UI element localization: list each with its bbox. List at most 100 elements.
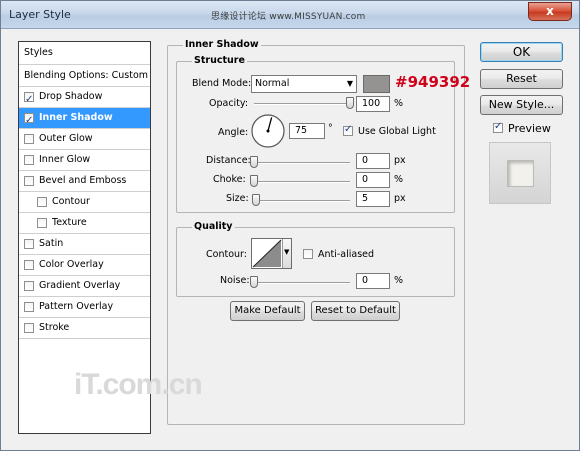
size-unit: px [394, 193, 406, 204]
anti-aliased-label: Anti-aliased [318, 249, 375, 260]
style-item-color-overlay[interactable]: Color Overlay [19, 255, 150, 276]
distance-label: Distance: [206, 155, 251, 166]
contour-label: Contour: [206, 249, 247, 260]
use-global-light-label: Use Global Light [358, 126, 436, 137]
style-preview [489, 142, 551, 204]
style-item-checkbox[interactable] [24, 134, 34, 144]
distance-value: 0 [362, 155, 369, 166]
contour-dropdown-button[interactable]: ▼ [282, 239, 291, 268]
contour-picker[interactable]: ▼ [251, 238, 292, 269]
style-item-checkbox[interactable] [24, 239, 34, 249]
style-item-checkbox[interactable]: ✓ [24, 113, 34, 126]
angle-value: 75 [295, 125, 308, 136]
style-item-checkbox[interactable] [24, 323, 34, 333]
chevron-down-icon: ▼ [284, 248, 290, 256]
style-item-inner-glow[interactable]: Inner Glow [19, 150, 150, 171]
style-item-checkbox[interactable] [24, 281, 34, 291]
shadow-color-swatch[interactable] [363, 75, 390, 93]
noise-label: Noise: [220, 275, 250, 286]
style-item-checkbox[interactable]: ✓ [24, 92, 34, 105]
make-default-button[interactable]: Make Default [230, 301, 305, 321]
chevron-down-icon: ▼ [346, 79, 353, 88]
color-annotation: #949392 [395, 73, 471, 91]
style-item-checkbox[interactable] [24, 176, 34, 186]
style-item-label: Inner Shadow [39, 112, 113, 123]
quality-group [176, 227, 455, 297]
make-default-label: Make Default [234, 305, 301, 316]
style-preview-swatch [507, 160, 534, 187]
preview-checkbox[interactable]: ✓ [493, 121, 503, 133]
style-item-label: Contour [52, 196, 90, 207]
angle-unit: ° [328, 123, 333, 134]
choke-slider-track[interactable] [254, 181, 350, 183]
reset-button[interactable]: Reset [480, 69, 563, 89]
use-global-light-checkbox[interactable]: ✓ [343, 124, 353, 136]
style-item-texture[interactable]: Texture [19, 213, 150, 234]
new-style-label: New Style... [488, 98, 555, 111]
styles-header-label: Styles [24, 47, 53, 58]
style-item-checkbox[interactable] [24, 155, 34, 165]
style-item-label: Bevel and Emboss [39, 175, 127, 186]
size-slider-track[interactable] [254, 200, 350, 202]
contour-curve-icon [252, 239, 282, 268]
watermark-bottom: iT.com.cn [74, 368, 203, 401]
distance-input[interactable]: 0 [356, 153, 390, 169]
style-item-drop-shadow[interactable]: ✓ Drop Shadow [19, 87, 150, 108]
style-item-contour[interactable]: Contour [19, 192, 150, 213]
title-bar[interactable]: Layer Style 思缘设计论坛 www.MISSYUAN.com x [1, 1, 579, 29]
opacity-slider-thumb[interactable] [346, 97, 354, 109]
blending-options-item[interactable]: Blending Options: Custom [19, 66, 150, 87]
new-style-button[interactable]: New Style... [480, 95, 563, 115]
checkmark-icon: ✓ [25, 94, 34, 105]
noise-input[interactable]: 0 [356, 273, 390, 289]
style-item-gradient-overlay[interactable]: Gradient Overlay [19, 276, 150, 297]
opacity-value: 100 [362, 98, 381, 109]
preview-label: Preview [508, 122, 551, 135]
style-item-stroke[interactable]: Stroke [19, 318, 150, 339]
size-label: Size: [226, 193, 249, 204]
choke-label: Choke: [213, 174, 246, 185]
size-value: 5 [362, 193, 369, 204]
style-item-inner-shadow[interactable]: ✓ Inner Shadow [19, 108, 150, 129]
blend-mode-select[interactable]: Normal ▼ [251, 75, 357, 93]
style-item-satin[interactable]: Satin [19, 234, 150, 255]
layer-style-dialog: Layer Style 思缘设计论坛 www.MISSYUAN.com x St… [0, 0, 580, 451]
style-item-checkbox[interactable] [37, 197, 47, 207]
ok-button[interactable]: OK [480, 42, 563, 62]
noise-slider-track[interactable] [254, 282, 350, 284]
distance-slider-track[interactable] [254, 162, 350, 164]
style-item-pattern-overlay[interactable]: Pattern Overlay [19, 297, 150, 318]
noise-slider-thumb[interactable] [250, 276, 258, 288]
opacity-slider-track[interactable] [254, 103, 350, 105]
ok-label: OK [512, 45, 531, 59]
style-item-checkbox[interactable] [37, 218, 47, 228]
style-item-label: Drop Shadow [39, 91, 103, 102]
styles-header[interactable]: Styles [19, 42, 150, 65]
choke-input[interactable]: 0 [356, 172, 390, 188]
checkmark-icon: ✓ [344, 124, 353, 135]
opacity-unit: % [394, 98, 404, 109]
style-item-label: Gradient Overlay [39, 280, 121, 291]
distance-slider-thumb[interactable] [250, 156, 258, 168]
choke-slider-thumb[interactable] [250, 175, 258, 187]
angle-dial[interactable] [250, 113, 286, 149]
size-slider-thumb[interactable] [251, 194, 260, 206]
style-item-outer-glow[interactable]: Outer Glow [19, 129, 150, 150]
style-item-checkbox[interactable] [24, 302, 34, 312]
reset-to-default-button[interactable]: Reset to Default [311, 301, 400, 321]
style-item-label: Inner Glow [39, 154, 91, 165]
angle-input[interactable]: 75 [289, 123, 325, 139]
angle-label: Angle: [218, 127, 249, 138]
reset-label: Reset [506, 72, 537, 85]
anti-aliased-checkbox[interactable] [303, 249, 313, 259]
style-item-label: Texture [52, 217, 87, 228]
opacity-input[interactable]: 100 [356, 96, 390, 112]
blend-mode-label: Blend Mode: [192, 78, 252, 89]
window-title: Layer Style [9, 8, 71, 21]
blending-options-label: Blending Options: Custom [24, 70, 149, 81]
size-input[interactable]: 5 [356, 191, 390, 207]
style-item-checkbox[interactable] [24, 260, 34, 270]
opacity-label: Opacity: [209, 98, 249, 109]
style-item-bevel-and-emboss[interactable]: Bevel and Emboss [19, 171, 150, 192]
close-button[interactable]: x [528, 2, 572, 21]
